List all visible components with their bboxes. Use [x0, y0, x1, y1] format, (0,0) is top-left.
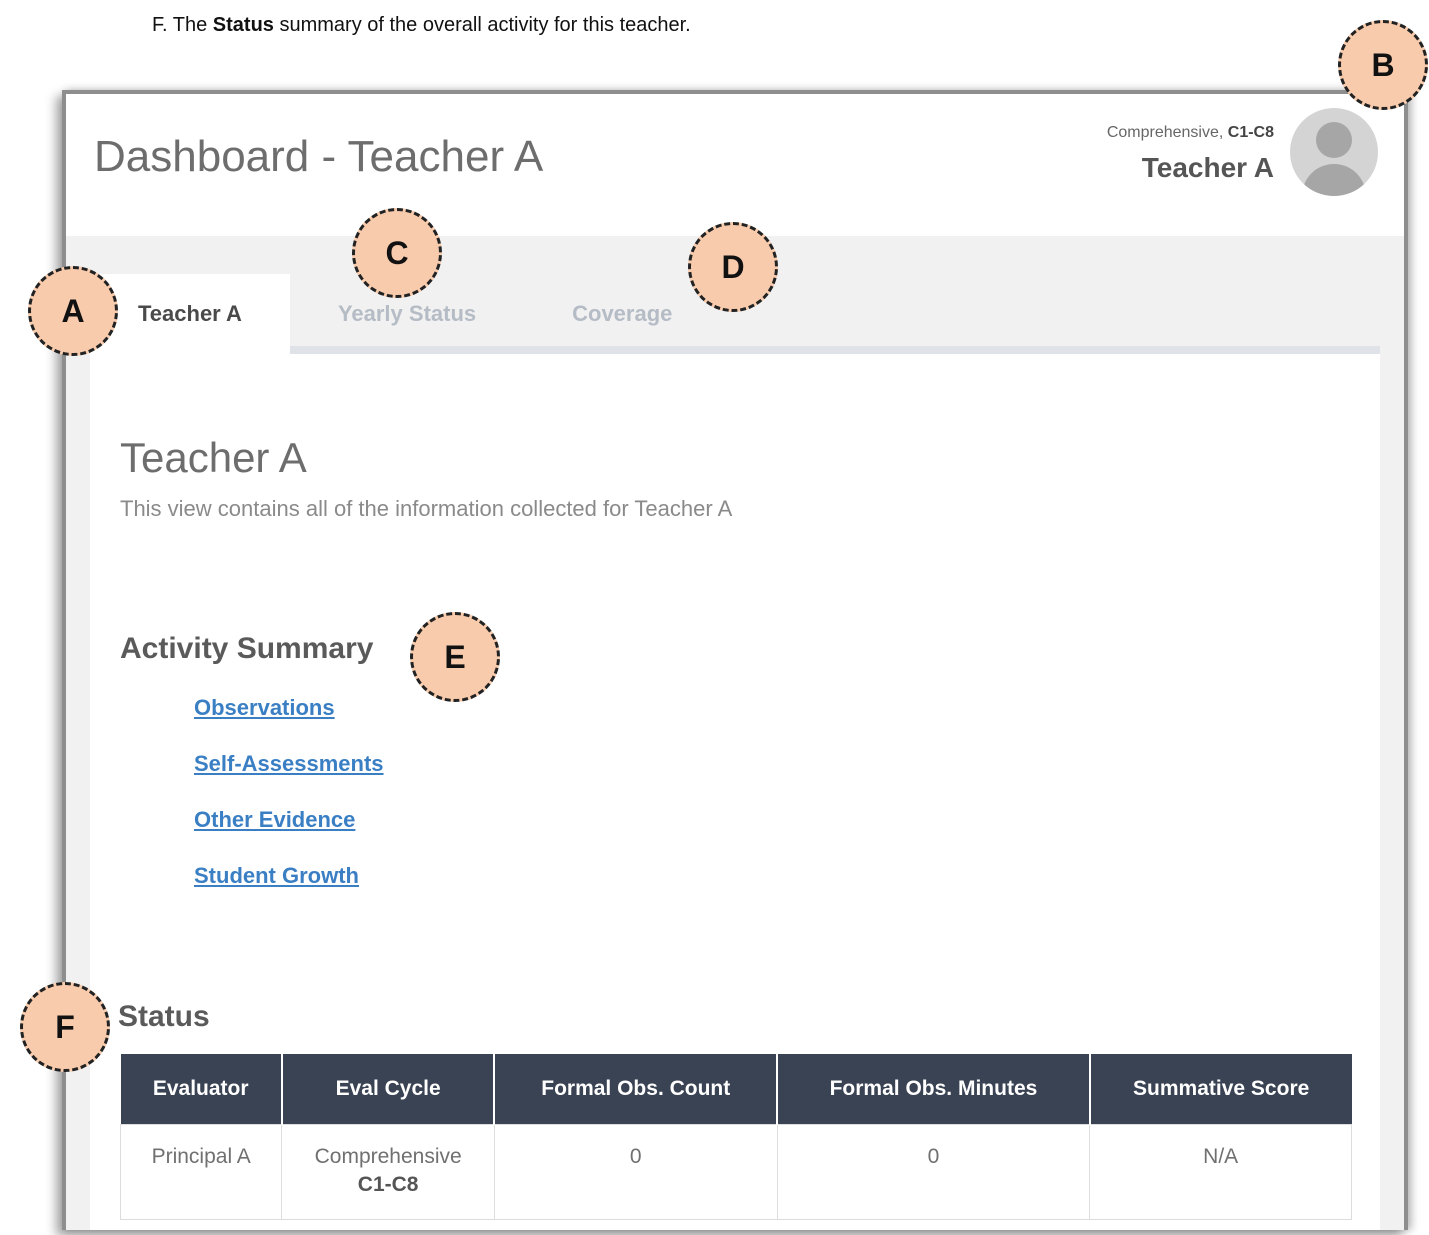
column-header-formal-obs-minutes: Formal Obs. Minutes	[777, 1054, 1091, 1125]
status-table-header: Evaluator Eval Cycle Formal Obs. Count F…	[120, 1054, 1352, 1125]
profile-text: Comprehensive, C1-C8 Teacher A	[1107, 124, 1274, 184]
cell-eval-cycle: Comprehensive C1-C8	[281, 1124, 495, 1220]
page-header: Dashboard - Teacher A Comprehensive, C1-…	[66, 94, 1404, 236]
profile-cycle-code: C1-C8	[1227, 124, 1274, 141]
callout-badge-d: D	[688, 222, 778, 312]
status-title: Status	[118, 1000, 210, 1033]
tab-coverage[interactable]: Coverage	[524, 274, 720, 354]
status-table: Evaluator Eval Cycle Formal Obs. Count F…	[119, 1054, 1352, 1220]
link-self-assessments[interactable]: Self-Assessments	[194, 750, 384, 777]
cell-formal-obs-count: 0	[493, 1124, 778, 1220]
activity-links: Observations Self-Assessments Other Evid…	[194, 694, 384, 918]
callout-badge-c: C	[352, 208, 442, 298]
avatar[interactable]	[1290, 108, 1378, 196]
tab-underline	[290, 346, 1380, 354]
caption-suffix: summary of the overall activity for this…	[273, 14, 691, 36]
profile-name: Teacher A	[1141, 152, 1274, 183]
callout-badge-a: A	[28, 266, 118, 356]
profile-cycle-label: Comprehensive,	[1106, 124, 1228, 141]
avatar-body-icon	[1302, 164, 1366, 196]
column-header-summative-score: Summative Score	[1089, 1054, 1352, 1125]
link-student-growth[interactable]: Student Growth	[194, 862, 384, 889]
column-header-formal-obs-count: Formal Obs. Count	[494, 1054, 779, 1125]
link-observations[interactable]: Observations	[194, 694, 384, 721]
cell-eval-cycle-name: Comprehensive	[314, 1145, 462, 1168]
document-caption: F. The Status summary of the overall act…	[152, 14, 691, 37]
callout-badge-e: E	[410, 612, 500, 702]
tab-panel: Teacher A This view contains all of the …	[90, 354, 1380, 1230]
caption-bold: Status	[212, 14, 274, 36]
link-other-evidence[interactable]: Other Evidence	[194, 806, 384, 833]
cell-eval-cycle-code: C1-C8	[357, 1173, 419, 1196]
section-description: This view contains all of the informatio…	[120, 496, 733, 521]
caption-prefix: F. The	[152, 14, 213, 36]
cell-formal-obs-minutes: 0	[776, 1124, 1091, 1220]
tab-teacher-a[interactable]: Teacher A	[90, 274, 290, 354]
table-row: Principal A Comprehensive C1-C8 0 0 N/A	[119, 1124, 1352, 1220]
section-title: Teacher A	[120, 434, 307, 481]
callout-badge-f: F	[20, 982, 110, 1072]
activity-summary-title: Activity Summary	[120, 632, 374, 665]
tab-area: Teacher A Yearly Status Coverage Teacher…	[66, 236, 1404, 1230]
profile-block[interactable]: Comprehensive, C1-C8 Teacher A	[1107, 108, 1378, 196]
cell-evaluator: Principal A	[119, 1124, 283, 1220]
page-title: Dashboard - Teacher A	[94, 132, 544, 181]
profile-cycle: Comprehensive, C1-C8	[1107, 124, 1274, 142]
column-header-eval-cycle: Eval Cycle	[281, 1054, 496, 1125]
avatar-head-icon	[1316, 122, 1352, 158]
cell-summative-score: N/A	[1089, 1124, 1352, 1220]
column-header-evaluator: Evaluator	[120, 1054, 283, 1125]
callout-badge-b: B	[1338, 20, 1428, 110]
